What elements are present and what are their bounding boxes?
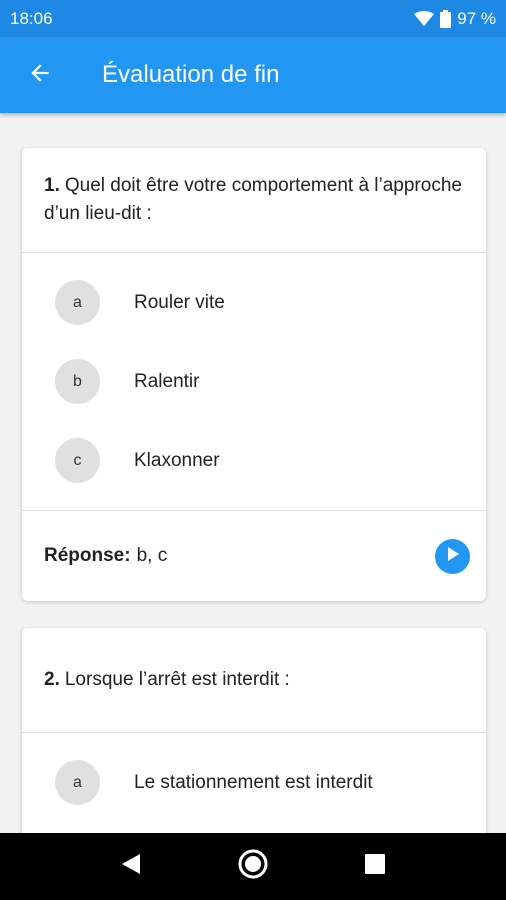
answer-row: Réponse: b, c (22, 511, 486, 601)
back-button[interactable] (0, 37, 80, 113)
arrow-back-icon (27, 60, 53, 91)
question-number: 2. (44, 669, 60, 690)
play-audio-button[interactable] (435, 538, 470, 574)
option-text: Klaxonner (134, 449, 220, 471)
option-text: Le stationnement est interdit (134, 771, 373, 793)
option-text: Rouler vite (134, 291, 225, 313)
question-text: 1. Quel doit être votre comportement à l’… (22, 148, 486, 252)
navigation-bar (0, 833, 506, 900)
question-number: 1. (44, 175, 60, 196)
play-icon (446, 546, 460, 567)
app-bar: Évaluation de fin (0, 37, 506, 113)
question-card: 1. Quel doit être votre comportement à l’… (22, 148, 486, 601)
page-title: Évaluation de fin (102, 61, 280, 88)
triangle-back-icon (120, 852, 142, 881)
answer-value: b, c (136, 545, 168, 566)
question-card: 2. Lorsque l’arrêt est interdit : a Le st… (22, 628, 486, 833)
status-time: 18:06 (10, 8, 53, 28)
battery-icon (440, 9, 452, 28)
option-item[interactable]: a Le stationnement est interdit (22, 743, 486, 822)
options-list: a Le stationnement est interdit (22, 733, 486, 832)
question-list[interactable]: 1. Quel doit être votre comportement à l’… (0, 113, 506, 833)
option-item[interactable]: b Ralentir (22, 342, 486, 421)
option-letter: b (55, 359, 100, 404)
option-item[interactable]: a Rouler vite (22, 263, 486, 342)
option-letter: c (55, 438, 100, 483)
circle-home-icon (237, 848, 269, 885)
wifi-icon (414, 10, 435, 27)
battery-percent: 97 % (457, 8, 496, 28)
nav-home-button[interactable] (223, 837, 283, 897)
option-letter: a (55, 760, 100, 805)
status-icons: 97 % (414, 9, 496, 29)
option-text: Ralentir (134, 370, 200, 392)
option-item[interactable]: c Klaxonner (22, 421, 486, 500)
question-label: Quel doit être votre comportement à l’ap… (44, 175, 462, 224)
nav-recents-button[interactable] (345, 837, 405, 897)
answer-label: Réponse: (44, 545, 131, 566)
nav-back-button[interactable] (101, 837, 161, 897)
answer-text: Réponse: b, c (44, 545, 167, 567)
status-bar: 18:06 97 % (0, 0, 506, 37)
question-text: 2. Lorsque l’arrêt est interdit : (22, 628, 486, 732)
option-letter: a (55, 280, 100, 325)
question-label: Lorsque l’arrêt est interdit : (64, 669, 290, 690)
options-list: a Rouler vite b Ralentir c Klaxonner (22, 253, 486, 510)
square-recents-icon (364, 853, 386, 880)
